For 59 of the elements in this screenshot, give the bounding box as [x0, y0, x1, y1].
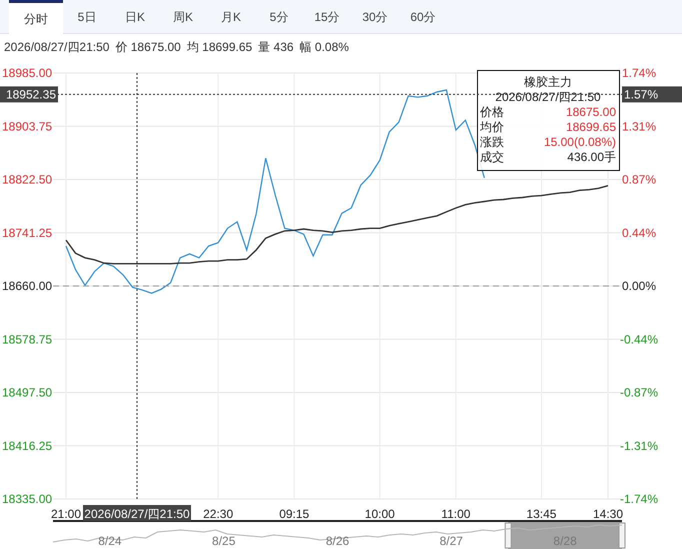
percent-axis-label: 0.87%: [622, 172, 656, 186]
percent-axis-label: -0.44%: [620, 332, 658, 346]
percent-axis-label: -1.31%: [620, 438, 658, 453]
percent-axis-label: 1.74%: [622, 66, 656, 80]
time-axis-label: 22:30: [203, 507, 234, 521]
tab[interactable]: 60分: [399, 0, 447, 34]
tab[interactable]: 15分: [303, 0, 351, 34]
range-handle[interactable]: [504, 522, 512, 548]
range-handle[interactable]: [618, 522, 626, 548]
time-axis-label: 21:00: [50, 507, 82, 521]
price-axis-label: 18741.25: [2, 226, 52, 240]
percent-axis-label: -1.74%: [620, 492, 658, 506]
tooltip-label: 均价: [480, 120, 504, 134]
crosshair-time-label: 2026/08/27/四21:50: [83, 505, 191, 521]
time-axis-label: 11:00: [441, 507, 470, 521]
tooltip-value: 18675.00: [566, 105, 616, 119]
tab[interactable]: 日K: [111, 0, 159, 34]
tooltip-label: 成交: [480, 150, 504, 164]
price-axis-label: 18335.00: [2, 492, 52, 506]
tab[interactable]: 分时: [9, 0, 63, 34]
percent-axis-label: 1.31%: [622, 119, 656, 134]
price-axis-label: 18416.25: [2, 438, 52, 453]
quote-info: 价 18675.00: [115, 39, 181, 56]
tooltip-title: 橡胶主力: [524, 75, 572, 89]
crosshair-price-label: 18952.35: [0, 86, 58, 102]
tab[interactable]: 5分: [255, 0, 303, 34]
range-selector[interactable]: [508, 522, 622, 549]
price-axis-label: 18578.75: [2, 332, 52, 346]
price-axis-label: 18660.00: [2, 279, 52, 293]
quote-info: 幅 0.08%: [300, 39, 349, 56]
quote-info: 均 18699.65: [186, 39, 252, 56]
tooltip-time: 2026/08/27/四21:50: [495, 90, 601, 104]
navigator-day-label: 8/25: [212, 534, 236, 548]
navigator-day-label: 8/27: [440, 534, 463, 548]
time-axis-label: 13:45: [526, 507, 556, 521]
navigator-day-label: 8/26: [326, 534, 350, 548]
time-axis-label: 10:00: [364, 507, 395, 521]
price-axis-label: 18903.75: [2, 119, 52, 134]
tab[interactable]: 周K: [159, 0, 207, 34]
time-axis-label: 14:30: [592, 507, 624, 521]
tab[interactable]: 5日: [63, 0, 111, 34]
price-axis-label: 18985.00: [2, 66, 52, 80]
quote-info: 量 436: [258, 39, 294, 56]
percent-axis-label: -0.87%: [620, 386, 658, 400]
navigator-day-label: 8/24: [98, 534, 122, 548]
quote-info: 2026/08/27/四21:50: [4, 39, 110, 56]
percent-axis-label: 0.00%: [622, 279, 656, 293]
tooltip-value: 436.00手: [567, 150, 616, 164]
crosshair-percent-label: 1.57%: [622, 86, 682, 102]
tab[interactable]: 月K: [207, 0, 255, 34]
price-axis-label: 18497.50: [2, 386, 52, 400]
tab[interactable]: 30分: [351, 0, 399, 34]
tooltip-value: 15.00(0.08%): [544, 135, 616, 149]
tooltip-label: 涨跌: [480, 135, 504, 149]
price-axis-label: 18822.50: [2, 172, 52, 186]
time-axis-label: 09:15: [279, 507, 310, 521]
percent-axis-label: 0.44%: [622, 226, 656, 240]
tooltip-label: 价格: [480, 105, 504, 119]
tooltip-value: 18699.65: [566, 120, 616, 134]
